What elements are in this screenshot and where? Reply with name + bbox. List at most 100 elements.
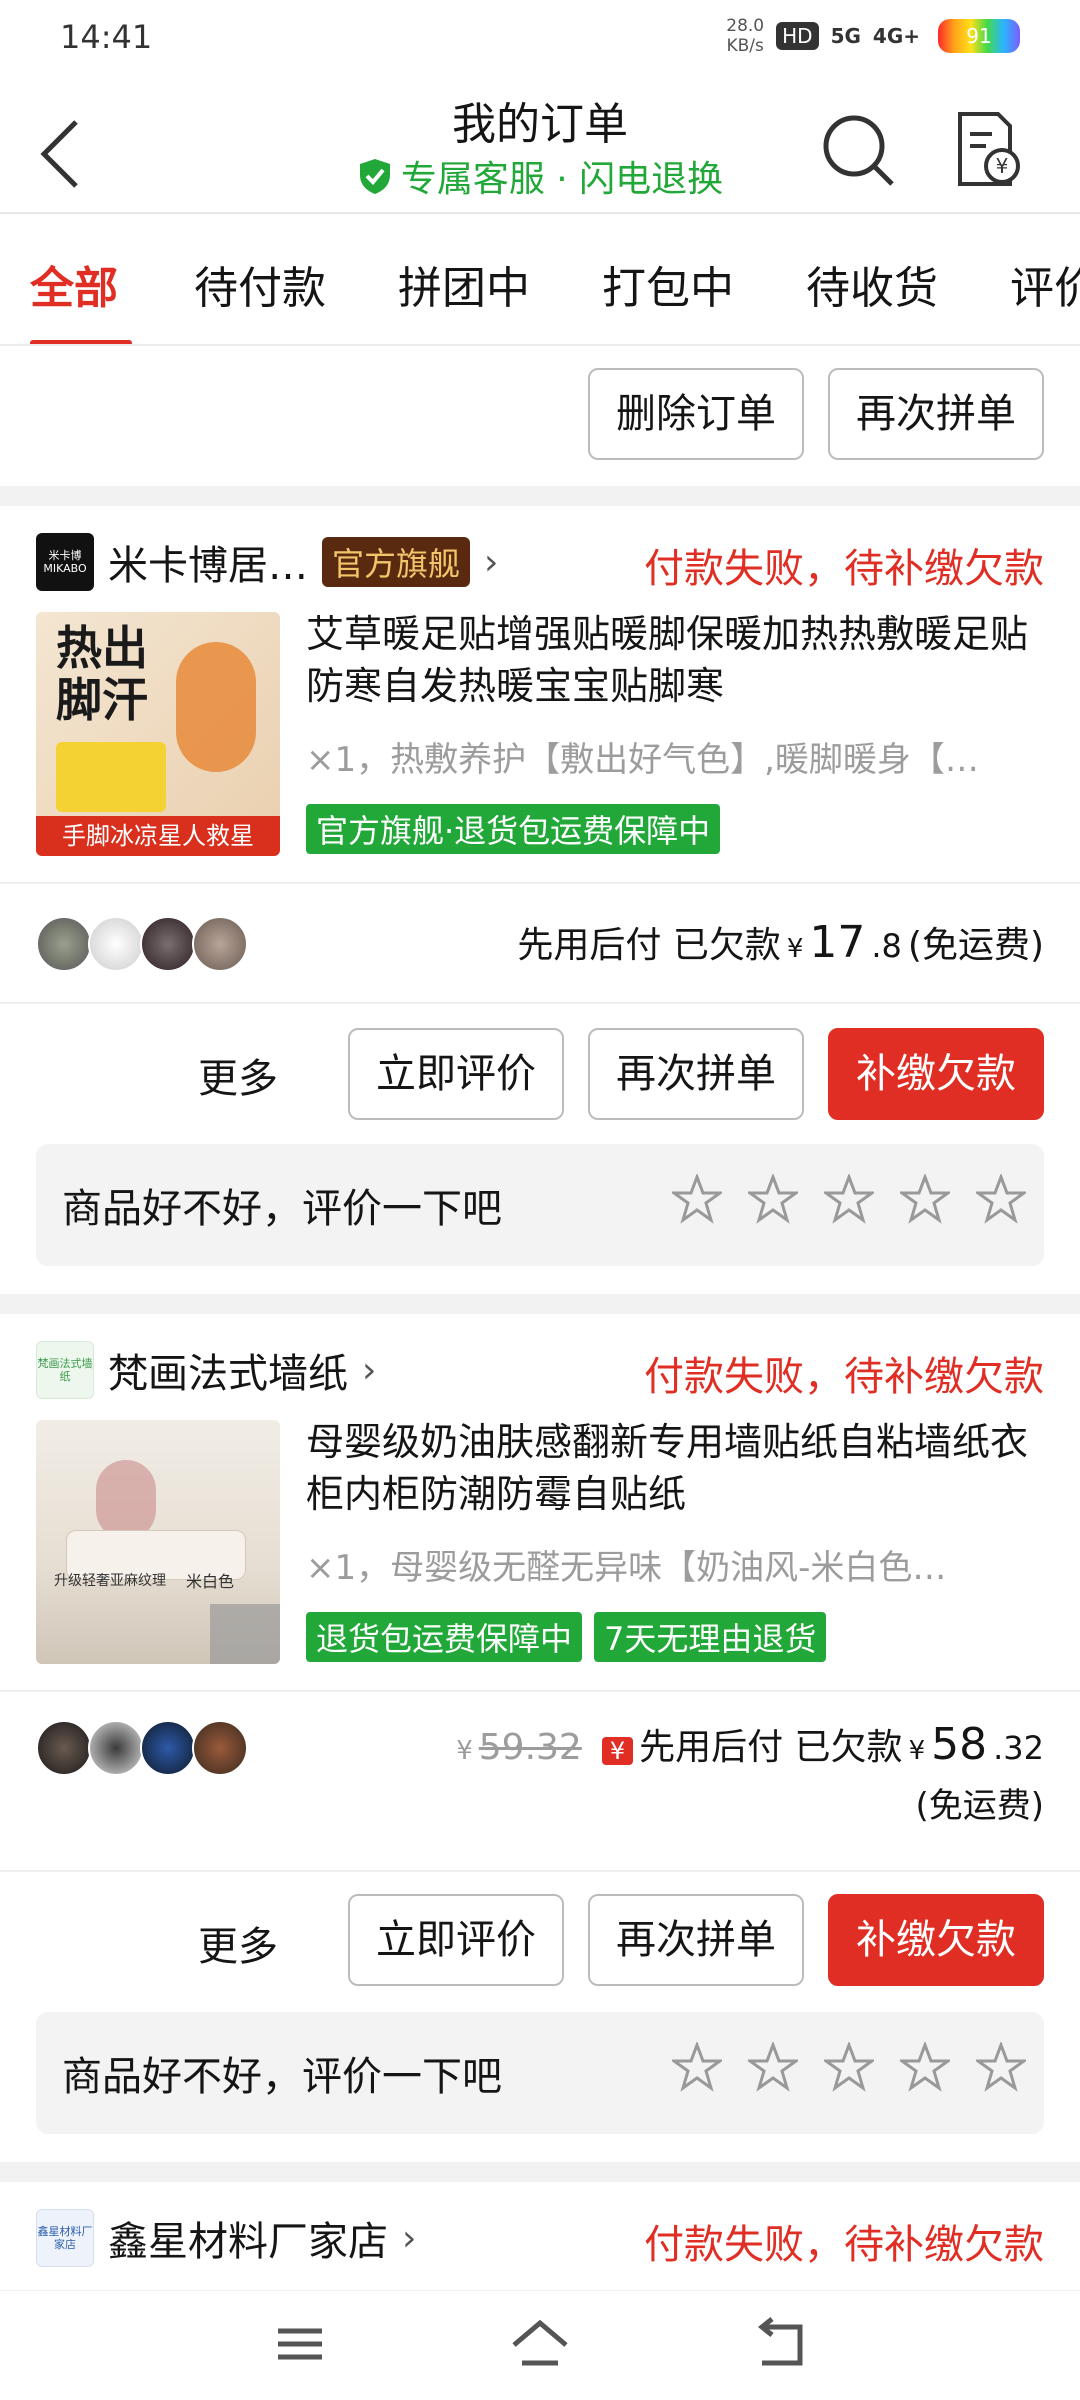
home-icon[interactable] — [508, 2317, 572, 2371]
tab-packing[interactable]: 打包中 — [602, 252, 734, 316]
currency-symbol: ¥ — [786, 934, 804, 964]
service-banner[interactable]: 专属客服 · 闪电退换 — [0, 150, 1080, 202]
shop-logo: 鑫星材料厂家店 — [36, 2209, 94, 2267]
product-thumbnail[interactable]: 升级轻奢亚麻纹理 米白色 — [36, 1420, 280, 1664]
divider — [0, 1870, 1080, 1872]
tab-all[interactable]: 全部 — [30, 252, 118, 316]
tab-pending-payment[interactable]: 待付款 — [194, 252, 326, 316]
divider — [0, 1690, 1080, 1692]
pay-later-label: 先用后付 已欠款 — [639, 1727, 903, 1768]
hd-icon: HD — [776, 22, 819, 50]
tab-to-receive[interactable]: 待收货 — [806, 252, 938, 316]
search-icon[interactable] — [820, 112, 896, 188]
service-tag: 退货包运费保障中 — [306, 1612, 583, 1662]
star-icon[interactable] — [900, 1174, 950, 1224]
review-prompt-box[interactable]: 商品好不好，评价一下吧 — [36, 1144, 1044, 1266]
review-now-button[interactable]: 立即评价 — [348, 1028, 564, 1120]
avatar — [140, 916, 196, 972]
product-spec: ×1，母婴级无醛无异味【奶油风-米白色… — [306, 1548, 947, 1588]
product-illustration — [176, 642, 256, 772]
avatar — [88, 1720, 144, 1776]
pay-debt-button[interactable]: 补缴欠款 — [828, 1894, 1044, 1986]
bill-icon[interactable]: ¥ — [952, 110, 1022, 188]
official-flagship-badge: 官方旗舰 — [322, 537, 471, 587]
avatar — [88, 916, 144, 972]
delete-order-button[interactable]: 删除订单 — [588, 368, 804, 460]
order-tabs: 全部 待付款 拼团中 打包中 待收货 评价 — [0, 216, 1080, 346]
shield-check-icon — [359, 159, 390, 194]
order-card[interactable]: 鑫星材料厂家店 鑫星材料厂家店 › 付款失败，待补缴欠款 — [0, 2182, 1080, 2290]
more-button[interactable]: 更多 — [198, 1046, 278, 1104]
chevron-right-icon: › — [402, 2217, 417, 2259]
star-icon[interactable] — [748, 2042, 798, 2092]
chevron-right-icon: › — [362, 1349, 377, 1391]
order-card[interactable]: 米卡博 MIKABO 米卡博居… 官方旗舰 › 付款失败，待补缴欠款 热出 脚汗… — [0, 506, 1080, 1294]
star-icon[interactable] — [824, 1174, 874, 1224]
tag-row: 退货包运费保障中 7天无理由退货 — [306, 1612, 838, 1662]
divider — [0, 1002, 1080, 1004]
more-button[interactable]: 更多 — [198, 1914, 278, 1972]
star-rating[interactable] — [672, 2042, 1026, 2092]
section-divider — [0, 486, 1080, 506]
active-tab-indicator — [30, 340, 132, 344]
product-box — [56, 742, 166, 812]
shipping-note: (免运费) — [915, 1786, 1044, 1826]
group-avatars — [36, 916, 248, 972]
group-avatars — [36, 1720, 248, 1776]
star-icon[interactable] — [824, 2042, 874, 2092]
product-thumbnail[interactable]: 热出 脚汗 手脚冰凉星人救星 — [36, 612, 280, 856]
order-card[interactable]: 梵画法式墙纸 梵画法式墙纸 › 付款失败，待补缴欠款 升级轻奢亚麻纹理 米白色 … — [0, 1314, 1080, 2162]
regroup-button[interactable]: 再次拼单 — [588, 1894, 804, 1986]
price-row: ¥59.32 ¥ 先用后付 已欠款 ¥58.32 — [456, 1718, 1044, 1770]
header: 我的订单 专属客服 · 闪电退换 ¥ — [0, 78, 1080, 214]
star-icon[interactable] — [672, 2042, 722, 2092]
tab-review[interactable]: 评价 — [1010, 252, 1080, 316]
shop-row[interactable]: 梵画法式墙纸 梵画法式墙纸 › — [36, 1340, 376, 1400]
system-nav-bar — [0, 2290, 1080, 2400]
signal-5g-icon: 5G — [830, 24, 861, 48]
original-price: 59.32 — [478, 1727, 582, 1768]
regroup-button[interactable]: 再次拼单 — [588, 1028, 804, 1120]
pay-debt-button[interactable]: 补缴欠款 — [828, 1028, 1044, 1120]
star-icon[interactable] — [976, 2042, 1026, 2092]
signal-4g-icon: 4G+ — [872, 24, 920, 48]
avatar — [192, 916, 248, 972]
review-now-button[interactable]: 立即评价 — [348, 1894, 564, 1986]
star-icon[interactable] — [900, 2042, 950, 2092]
svg-text:¥: ¥ — [996, 154, 1009, 178]
product-name[interactable]: 母婴级奶油肤感翻新专用墙贴纸自粘墙纸衣柜内柜防潮防霉自贴纸 — [306, 1416, 1046, 1520]
order-status: 付款失败，待补缴欠款 — [644, 2222, 1044, 2268]
avatar — [192, 1720, 248, 1776]
star-icon[interactable] — [748, 1174, 798, 1224]
shop-row[interactable]: 鑫星材料厂家店 鑫星材料厂家店 › — [36, 2208, 416, 2268]
thumb-banner: 手脚冰凉星人救星 — [36, 816, 280, 856]
price-row: 先用后付 已欠款 ¥17.8 (免运费) — [517, 916, 1044, 968]
tab-group-buying[interactable]: 拼团中 — [398, 252, 530, 316]
shop-row[interactable]: 米卡博 MIKABO 米卡博居… 官方旗舰 › — [36, 532, 498, 592]
shop-logo: 梵画法式墙纸 — [36, 1341, 94, 1399]
sample-roll — [210, 1604, 280, 1664]
avatar — [140, 1720, 196, 1776]
product-name[interactable]: 艾草暖足贴增强贴暖脚保暖加热热敷暖足贴防寒自发热暖宝宝贴脚寒 — [306, 608, 1046, 712]
product-illustration — [96, 1460, 156, 1540]
star-icon[interactable] — [976, 1174, 1026, 1224]
section-divider — [0, 2162, 1080, 2182]
status-icons: 28.0 KB/s HD 5G 4G+ 91 — [726, 16, 1020, 56]
chevron-right-icon: › — [484, 541, 499, 583]
star-rating[interactable] — [672, 1174, 1026, 1224]
pay-later-label: 先用后付 已欠款 — [517, 925, 781, 966]
regroup-button[interactable]: 再次拼单 — [828, 368, 1044, 460]
currency-symbol: ¥ — [908, 1736, 926, 1766]
avatar — [36, 1720, 92, 1776]
price-decimal: .32 — [993, 1729, 1044, 1767]
net-speed: 28.0 KB/s — [726, 16, 765, 56]
currency-symbol: ¥ — [456, 1736, 473, 1766]
review-prompt-box[interactable]: 商品好不好，评价一下吧 — [36, 2012, 1044, 2134]
menu-icon[interactable] — [268, 2317, 332, 2371]
shop-name: 鑫星材料厂家店 — [108, 2219, 388, 2265]
review-prompt-text: 商品好不好，评价一下吧 — [62, 1186, 502, 1232]
avatar — [36, 916, 92, 972]
status-time: 14:41 — [60, 18, 153, 56]
back-nav-icon[interactable] — [748, 2317, 812, 2371]
star-icon[interactable] — [672, 1174, 722, 1224]
